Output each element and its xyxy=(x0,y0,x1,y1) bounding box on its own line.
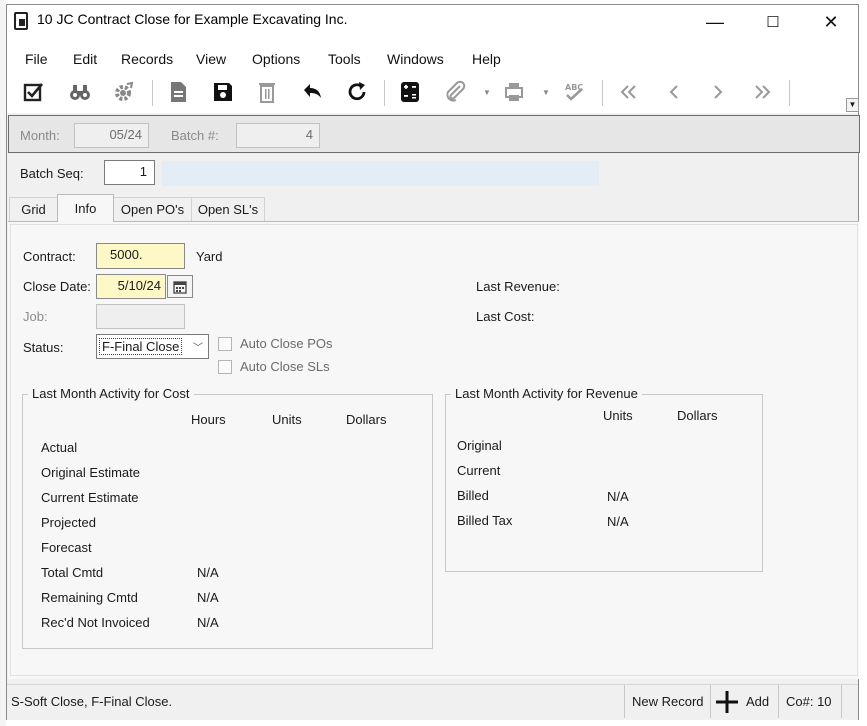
revenue-row-units: N/A xyxy=(607,514,629,529)
undo-icon[interactable] xyxy=(298,78,326,106)
auto-close-sls-checkbox[interactable] xyxy=(218,360,232,374)
cost-row-label: Actual xyxy=(41,440,78,455)
attachment-dropdown-icon[interactable]: ▼ xyxy=(483,88,491,97)
print-dropdown-icon[interactable]: ▼ xyxy=(542,88,550,97)
menu-help[interactable]: Help xyxy=(472,51,501,67)
revenue-row-label: Billed Tax xyxy=(457,513,513,528)
attachment-icon[interactable] xyxy=(441,78,469,106)
toolbar-separator xyxy=(152,80,153,106)
revenue-row-label: Original xyxy=(457,438,502,453)
last-cost-label: Last Cost: xyxy=(476,309,535,324)
cost-row-hours: N/A xyxy=(197,590,219,605)
last-revenue-label: Last Revenue: xyxy=(476,279,560,294)
tab-open-sls[interactable]: Open SL's xyxy=(191,197,265,221)
close-date-label: Close Date: xyxy=(23,279,91,294)
status-separator xyxy=(778,685,779,718)
menu-windows[interactable]: Windows xyxy=(387,51,444,67)
calendar-icon[interactable] xyxy=(167,275,193,298)
close-button[interactable]: ✕ xyxy=(808,8,854,36)
next-record-icon[interactable] xyxy=(704,78,732,106)
contract-label: Contract: xyxy=(23,249,76,264)
menu-file[interactable]: File xyxy=(25,51,48,67)
month-field: 05/24 xyxy=(74,123,149,148)
tab-grid[interactable]: Grid xyxy=(9,197,58,221)
document-icon[interactable] xyxy=(164,78,192,106)
revenue-activity-title: Last Month Activity for Revenue xyxy=(451,386,642,401)
revenue-column-units: Units xyxy=(603,408,633,423)
menu-view[interactable]: View xyxy=(196,51,226,67)
cost-column-dollars: Dollars xyxy=(346,412,387,427)
cost-row-hours: N/A xyxy=(197,565,219,580)
save-icon[interactable] xyxy=(209,78,237,106)
cost-column-units: Units xyxy=(272,412,302,427)
cost-activity-title: Last Month Activity for Cost xyxy=(28,386,194,401)
cost-row-label: Remaining Cmtd xyxy=(41,590,138,605)
app-icon xyxy=(14,12,28,30)
trash-icon[interactable] xyxy=(253,78,281,106)
revenue-column-dollars: Dollars xyxy=(677,408,718,423)
cost-column-hours: Hours xyxy=(191,412,226,427)
toolbar-separator xyxy=(602,80,603,106)
company-number: Co#: 10 xyxy=(786,694,832,709)
cost-row-label: Original Estimate xyxy=(41,465,140,480)
gear-icon[interactable] xyxy=(110,78,138,106)
status-separator xyxy=(624,685,625,718)
auto-close-sls-label: Auto Close SLs xyxy=(240,359,330,374)
tab-info[interactable]: Info xyxy=(57,194,114,222)
tab-open-pos[interactable]: Open PO's xyxy=(113,197,192,221)
batch-number-field: 4 xyxy=(236,123,320,148)
revenue-row-units: N/A xyxy=(607,489,629,504)
close-date-field[interactable]: 5/10/24 xyxy=(96,274,166,299)
auto-close-pos-label: Auto Close POs xyxy=(240,336,333,351)
calculator-icon[interactable] xyxy=(396,78,424,106)
window-title: 10 JC Contract Close for Example Excavat… xyxy=(37,11,348,27)
chevron-down-icon: ﹀ xyxy=(193,343,203,354)
toolbar-separator xyxy=(384,80,385,106)
contract-description: Yard xyxy=(196,249,223,264)
status-separator xyxy=(710,685,711,718)
month-label: Month: xyxy=(20,128,60,143)
status-select[interactable]: F-Final Close ﹀ xyxy=(96,334,209,359)
contract-field[interactable]: 5000. xyxy=(96,243,185,269)
cost-row-label: Rec'd Not Invoiced xyxy=(41,615,150,630)
cost-row-label: Current Estimate xyxy=(41,490,139,505)
auto-close-pos-checkbox[interactable] xyxy=(218,337,232,351)
add-icon[interactable] xyxy=(714,689,740,715)
batch-seq-label: Batch Seq: xyxy=(20,166,84,181)
cost-row-label: Total Cmtd xyxy=(41,565,104,580)
status-separator xyxy=(841,685,842,718)
toolbar-separator xyxy=(789,80,790,106)
menu-tools[interactable]: Tools xyxy=(328,51,361,67)
batch-label: Batch #: xyxy=(171,128,219,143)
record-state: New Record xyxy=(632,694,704,709)
status-message: S-Soft Close, F-Final Close. xyxy=(11,694,173,709)
cost-row-hours: N/A xyxy=(197,615,219,630)
cost-row-label: Projected xyxy=(41,515,96,530)
status-select-value: F-Final Close xyxy=(99,338,183,355)
toolbar-overflow-icon[interactable]: ▼ xyxy=(846,98,859,112)
menu-options[interactable]: Options xyxy=(252,51,300,67)
batch-seq-description xyxy=(162,161,599,186)
menu-records[interactable]: Records xyxy=(121,51,173,67)
status-label: Status: xyxy=(23,340,64,355)
checkbox-edit-icon[interactable] xyxy=(20,78,48,106)
spellcheck-icon[interactable]: ABC xyxy=(560,78,588,106)
cost-row-label: Forecast xyxy=(41,540,92,555)
batch-seq-field[interactable]: 1 xyxy=(104,160,155,185)
refresh-icon[interactable] xyxy=(343,78,371,106)
add-button-label[interactable]: Add xyxy=(746,694,769,709)
revenue-row-label: Billed xyxy=(457,488,489,503)
maximize-button[interactable]: ☐ xyxy=(750,8,796,36)
minimize-button[interactable]: — xyxy=(692,8,738,36)
job-label: Job: xyxy=(23,309,48,324)
job-field xyxy=(96,304,185,329)
print-icon[interactable] xyxy=(500,78,528,106)
first-record-icon[interactable] xyxy=(614,78,642,106)
menu-edit[interactable]: Edit xyxy=(73,51,97,67)
revenue-row-label: Current xyxy=(457,463,501,478)
binoculars-search-icon[interactable] xyxy=(66,78,94,106)
previous-record-icon[interactable] xyxy=(660,78,688,106)
last-record-icon[interactable] xyxy=(749,78,777,106)
